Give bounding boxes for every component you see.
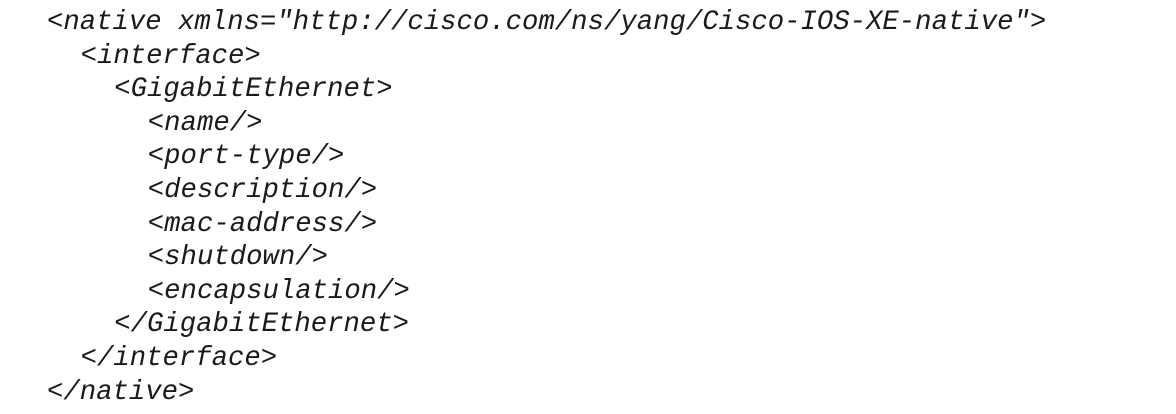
code-line-interface-close: </interface> xyxy=(80,342,278,374)
code-line-name: <name/> xyxy=(147,107,263,139)
code-line-description: <description/> xyxy=(147,174,378,206)
code-line-native-open: <native xmlns="http://cisco.com/ns/yang/… xyxy=(47,7,1047,38)
code-line-interface-open: <interface> xyxy=(80,40,261,72)
code-line-gigabitethernet-open: <GigabitEthernet> xyxy=(114,74,393,106)
code-line-shutdown: <shutdown/> xyxy=(147,242,328,274)
code-line-native-close: </native> xyxy=(47,376,195,408)
code-line-gigabitethernet-close: </GigabitEthernet> xyxy=(114,309,410,341)
code-line-port-type: <port-type/> xyxy=(147,141,345,173)
xml-code-block: <native xmlns="http://cisco.com/ns/yang/… xyxy=(47,6,1046,409)
code-line-mac-address: <mac-address/> xyxy=(147,208,378,240)
code-line-encapsulation: <encapsulation/> xyxy=(147,275,410,307)
